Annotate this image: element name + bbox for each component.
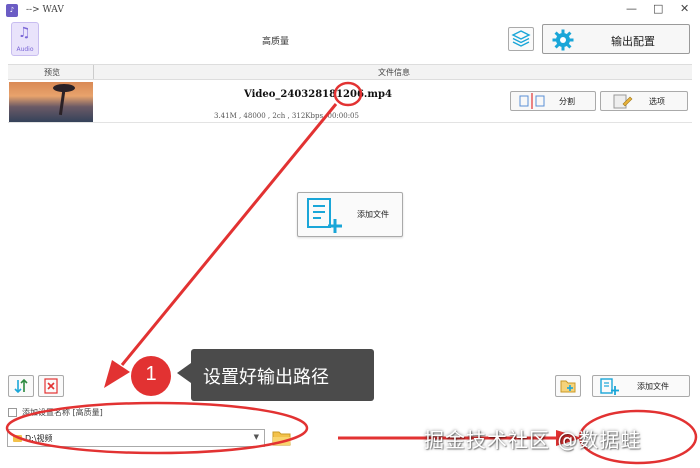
add-file-small-icon [600,378,619,395]
callout-box: 设置好输出路径 [191,349,374,401]
step-number-badge: 1 [131,356,171,396]
split-button[interactable]: 分割 [510,91,596,111]
add-file-center-button[interactable]: 添加文件 [297,192,403,237]
header-divider [93,65,94,79]
callout-pointer [177,363,191,383]
add-file-center-label: 添加文件 [357,210,389,219]
video-thumbnail [9,82,93,122]
layers-icon [511,30,531,47]
output-path-value: D:\视频 [25,434,53,443]
add-settings-label: 添加设置名称 [高质量] [22,407,103,417]
music-note-icon: ♫ [18,25,31,41]
file-row[interactable]: Video_240328181206.mp4 3.41M , 48000 , 2… [8,81,692,123]
maximize-button[interactable]: □ [653,2,663,15]
browse-folder-button[interactable] [271,428,293,448]
options-button[interactable]: 选项 [600,91,688,111]
options-label: 选项 [649,97,665,106]
folder-icon [13,435,22,442]
minimize-button[interactable]: — [626,2,637,15]
add-settings-row[interactable]: 添加设置名称 [高质量] [8,406,103,418]
file-info: 3.41M , 48000 , 2ch , 312Kbps, 00:00:05 [214,112,359,120]
chevron-down-icon: ▼ [253,433,259,441]
toolbar: ♫ Audio 高质量 输出配置 [0,20,700,62]
gear-icon [552,29,574,51]
output-path-select[interactable]: D:\视频 ▼ [7,429,265,447]
split-icon [519,93,545,109]
add-folder-button[interactable] [555,375,581,397]
file-name: Video_240328181206.mp4 [244,89,392,100]
header-file-info: 文件信息 [378,68,410,77]
add-file-label: 添加文件 [637,382,669,391]
callout-text: 设置好输出路径 [203,367,329,388]
output-config-label: 输出配置 [611,35,655,48]
options-icon [613,94,633,109]
layers-button[interactable] [508,27,534,51]
title-bar: ♪ --> WAV — □ ✕ [0,0,700,20]
output-config-button[interactable]: 输出配置 [542,24,690,54]
add-settings-checkbox[interactable] [8,407,17,417]
audio-format-label: Audio [16,46,34,53]
header-preview: 预览 [44,68,60,77]
file-list-header: 预览 文件信息 [8,64,692,80]
split-label: 分割 [559,97,575,106]
open-folder-icon [272,431,291,446]
add-folder-icon [560,380,576,393]
close-button[interactable]: ✕ [680,2,689,15]
add-file-icon [307,198,342,233]
add-file-button[interactable]: 添加文件 [592,375,690,397]
step-number: 1 [145,363,157,385]
sort-button[interactable] [8,375,34,397]
clear-list-button[interactable] [38,375,64,397]
delete-file-icon [44,378,58,394]
watermark: 掘金技术社区 @数据蛙 [424,428,642,452]
window-title: --> WAV [26,5,64,15]
quality-label: 高质量 [262,37,290,47]
app-icon: ♪ [6,3,18,17]
audio-format-icon[interactable]: ♫ Audio [11,22,39,56]
arrow-head-to-path [104,360,130,388]
sort-icon [14,378,28,394]
